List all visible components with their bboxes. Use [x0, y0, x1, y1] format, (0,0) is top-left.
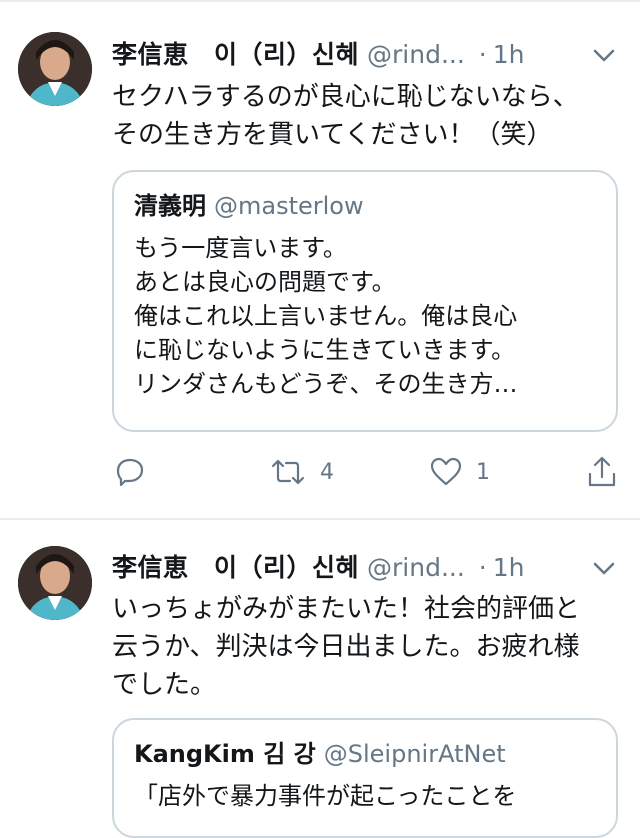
tweet-header: 李信恵 이（리）신혜 @rind... · 1h [112, 35, 620, 75]
tweet-text-line: いっちょがみがまたいた！社会的評価と [112, 594, 581, 624]
quoted-tweet[interactable]: KangKim 김 강 @SleipnirAtNet 「店外で暴力事件が起こったこ… [112, 718, 618, 838]
author-name[interactable]: 李信恵 이（리）신혜 [112, 553, 359, 582]
avatar-image [18, 546, 92, 620]
quoted-tweet[interactable]: 清義明 @masterlow もう一度言います。 あとは良心の問題です。 俺はこれ… [112, 170, 618, 432]
tweet-text-line: でした。 [112, 670, 217, 700]
quote-author-handle: @SleipnirAtNet [323, 740, 506, 768]
reply-button[interactable] [112, 452, 148, 492]
tweet-text: セクハラするのが良心に恥じないなら、 その生き方を貫いてください！（笑） [112, 78, 622, 154]
author-handle[interactable]: @rind... [367, 553, 465, 582]
quote-text: もう一度言います。 あとは良心の問題です。 俺はこれ以上言いません。俺は良心 に… [134, 231, 596, 401]
tweet[interactable]: 李信恵 이（리）신혜 @rind... · 1h いっちょがみがまたいた！社会的評価と… [0, 520, 640, 838]
author-name[interactable]: 李信恵 이（리）신혜 [112, 40, 359, 69]
tweet-text-line: 云うか、判決は今日出ました。お疲れ様 [112, 632, 580, 662]
tweet-header: 李信恵 이（리）신혜 @rind... · 1h [112, 548, 620, 588]
chevron-down-icon[interactable] [590, 41, 618, 69]
author-handle[interactable]: @rind... [367, 40, 465, 69]
tweet-time[interactable]: 1h [493, 553, 525, 582]
share-icon [588, 456, 616, 487]
tweet-text-line: その生き方を貫いてください！（笑） [112, 120, 553, 150]
quote-author-name: 清義明 [134, 192, 206, 220]
avatar-image [18, 32, 92, 106]
retweet-count: 4 [320, 459, 334, 485]
separator-dot: · [478, 553, 487, 582]
quote-text-line: 俺はこれ以上言いません。俺は良心 [134, 302, 518, 330]
tweet-text: いっちょがみがまたいた！社会的評価と 云うか、判決は今日出ました。お疲れ様 でし… [112, 590, 622, 704]
tweet[interactable]: 李信恵 이（리）신혜 @rind... · 1h セクハラするのが良心に恥じないなら、… [0, 0, 640, 518]
avatar[interactable] [18, 546, 92, 620]
share-button[interactable] [584, 452, 620, 492]
tweet-actions: 4 1 [112, 452, 622, 492]
quote-author-handle: @masterlow [214, 192, 364, 220]
reply-icon [116, 458, 144, 487]
quote-text-line: リンダさんもどうぞ、その生き方… [134, 370, 518, 398]
like-count: 1 [476, 459, 490, 485]
quote-text-line: 「店外で暴力事件が起こったことを [134, 782, 517, 810]
heart-icon [430, 457, 462, 486]
chevron-down-icon[interactable] [590, 554, 618, 582]
quote-text-line: あとは良心の問題です。 [134, 268, 396, 296]
separator-dot: · [478, 40, 487, 69]
quote-author-name: KangKim 김 강 [134, 740, 316, 768]
like-button[interactable]: 1 [428, 452, 490, 492]
tweet-text-line: セクハラするのが良心に恥じないなら、 [112, 82, 579, 112]
retweet-button[interactable]: 4 [268, 452, 334, 492]
tweet-time[interactable]: 1h [493, 40, 525, 69]
quote-text: 「店外で暴力事件が起こったことを [134, 779, 596, 813]
quote-text-line: もう一度言います。 [134, 234, 347, 262]
quote-text-line: に恥じないように生きていきます。 [134, 336, 516, 364]
avatar[interactable] [18, 32, 92, 106]
retweet-icon [271, 459, 305, 485]
